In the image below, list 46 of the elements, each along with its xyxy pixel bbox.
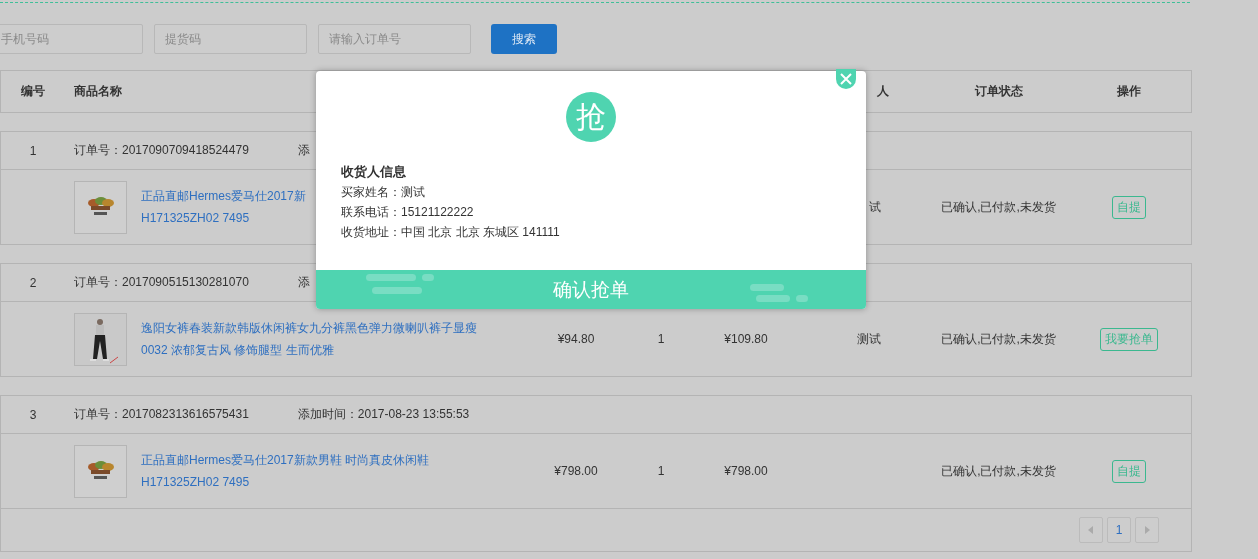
info-line: 联系电话：15121122222 — [341, 204, 475, 221]
order-status: 已确认,已付款,未发货 — [940, 330, 1057, 348]
order-status: 已确认,已付款,未发货 — [940, 462, 1057, 480]
column-header: 操作 — [1115, 83, 1142, 100]
product-link[interactable]: 逸阳女裤春装新款韩版休闲裤女九分裤黑色弹力微喇叭裤子显瘦 0032 浓郁复古风 修饰腿型 生而优雅 — [141, 317, 477, 361]
info-line: 买家姓名：测试 — [341, 184, 426, 201]
order-status: 已确认,已付款,未发货 — [940, 198, 1057, 216]
quantity: 1 — [656, 464, 666, 478]
close-icon[interactable] — [836, 69, 856, 89]
cloud-drawing — [366, 274, 434, 294]
confirm-button[interactable]: 确认抢单 — [549, 276, 633, 303]
order-index: 2 — [28, 275, 38, 290]
order-number: 订单号：2017090515130281070 — [74, 274, 249, 291]
order-index: 3 — [28, 407, 38, 422]
column-header: 商品名称 — [73, 83, 123, 100]
unit-price: ¥798.00 — [553, 464, 599, 478]
total-price: ¥109.80 — [723, 332, 769, 346]
next-page-button[interactable] — [1135, 517, 1159, 543]
search-field[interactable]: 手机号码 — [0, 24, 143, 54]
receiver-name: 试 — [868, 198, 882, 216]
column-header: 订单状态 — [973, 83, 1024, 100]
column-header: 人 — [877, 83, 889, 100]
added-time: 添 — [297, 274, 310, 291]
grab-badge: 抢 — [566, 92, 616, 142]
unit-price: ¥94.80 — [556, 332, 596, 346]
added-time: 添加时间：2017-08-23 13:55:53 — [297, 406, 470, 423]
page-button[interactable]: 1 — [1107, 517, 1131, 543]
order-number: 订单号：2017090709418524479 — [74, 142, 249, 159]
info-line: 收货地址：中国 北京 北京 东城区 141111 — [341, 224, 561, 241]
added-time: 添 — [297, 142, 310, 159]
product-link[interactable]: 正品直邮Hermes爱马仕2017新 H171325ZH02 7495 — [141, 185, 306, 229]
search-button[interactable]: 搜索 — [491, 24, 557, 54]
section-title: 收货人信息 — [341, 163, 407, 181]
cloud-drawing — [750, 284, 808, 302]
search-field[interactable]: 提货码 — [154, 24, 307, 54]
product-link[interactable]: 正品直邮Hermes爱马仕2017新款男鞋 时尚真皮休闲鞋 H171325ZH02 7495 — [141, 449, 430, 493]
receiver-name: 测试 — [856, 330, 882, 348]
search-field[interactable]: 请输入订单号 — [318, 24, 471, 54]
order-number: 订单号：2017082313616575431 — [74, 406, 249, 423]
column-header: 编号 — [20, 83, 46, 100]
total-price: ¥798.00 — [723, 464, 769, 478]
quantity: 1 — [656, 332, 666, 346]
caret-right-icon — [1144, 526, 1150, 534]
caret-left-icon — [1088, 526, 1094, 534]
order-index: 1 — [28, 143, 38, 158]
previous-page-button[interactable] — [1079, 517, 1103, 543]
